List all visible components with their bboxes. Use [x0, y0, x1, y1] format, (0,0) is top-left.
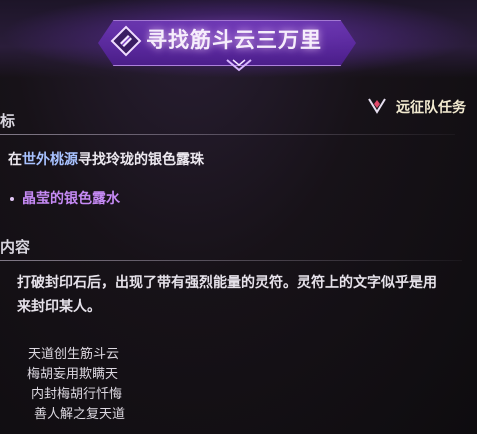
- page-title: 寻找筋斗云三万里: [146, 28, 322, 52]
- objective-divider: [0, 134, 455, 135]
- content-section-title: 内容: [0, 238, 31, 256]
- poem-line: 天道创生筋斗云: [28, 347, 120, 362]
- expedition-quest-label: 远征队任务: [396, 100, 466, 116]
- objective-section-title: 标: [0, 112, 16, 130]
- poem-line: 内封梅胡行忏悔: [31, 387, 123, 402]
- content-divider: [0, 260, 462, 261]
- description-line: 打破封印石后，出现了带有强烈能量的灵符。灵符上的文字似乎是用: [17, 275, 437, 291]
- banner-ornament-icon: [226, 59, 252, 72]
- diamond-quest-icon: [368, 98, 386, 114]
- objective-location-link[interactable]: 世外桃源: [22, 152, 78, 168]
- poem-line: 善人解之复天道: [34, 407, 126, 422]
- scroll-quest-icon: [110, 25, 142, 57]
- objective-suffix: 寻找玲珑的银色露珠: [78, 152, 204, 168]
- bullet-icon: [10, 197, 14, 201]
- sub-item-label: 晶莹的银色露水: [22, 191, 120, 207]
- objective-prefix: 在: [8, 152, 22, 168]
- objective-text: 在世外桃源寻找玲珑的银色露珠: [8, 149, 204, 169]
- poem-line: 梅胡妄用欺瞒天: [27, 367, 119, 382]
- objective-sub-item: 晶莹的银色露水: [10, 188, 120, 208]
- description-line: 来封印某人。: [17, 299, 101, 315]
